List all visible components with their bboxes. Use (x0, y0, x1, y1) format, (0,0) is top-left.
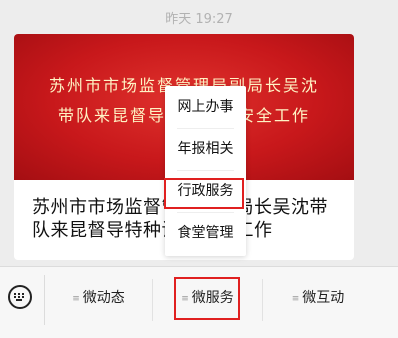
submenu-item-canteen-management[interactable]: 食堂管理 (165, 212, 246, 254)
menu-lines-icon: ≡ (291, 294, 300, 304)
menu-tab-news[interactable]: ≡ 微动态 (45, 267, 152, 329)
menu-tab-label: 微动态 (82, 290, 125, 306)
keyboard-icon[interactable] (8, 285, 32, 309)
submenu-item-administrative-services[interactable]: 行政服务 (165, 170, 246, 212)
menu-lines-icon: ≡ (181, 294, 189, 304)
menu-tab-services[interactable]: ≡ 微服务 (153, 267, 262, 329)
submenu-item-online-services[interactable]: 网上办事 (165, 86, 246, 128)
message-timestamp: 昨天 19:27 (165, 12, 233, 27)
menu-tab-label: 微互动 (302, 290, 345, 306)
submenu-popup: 网上办事 年报相关 行政服务 食堂管理 (165, 86, 246, 256)
menu-lines-icon: ≡ (72, 294, 80, 304)
menu-tab-interaction[interactable]: ≡ 微互动 (263, 267, 373, 329)
menu-tab-label: 微服务 (191, 290, 234, 306)
submenu-item-annual-report[interactable]: 年报相关 (165, 128, 246, 170)
bottom-menu-bar: ≡ 微动态 ≡ 微服务 ≡ 微互动 (0, 266, 398, 338)
